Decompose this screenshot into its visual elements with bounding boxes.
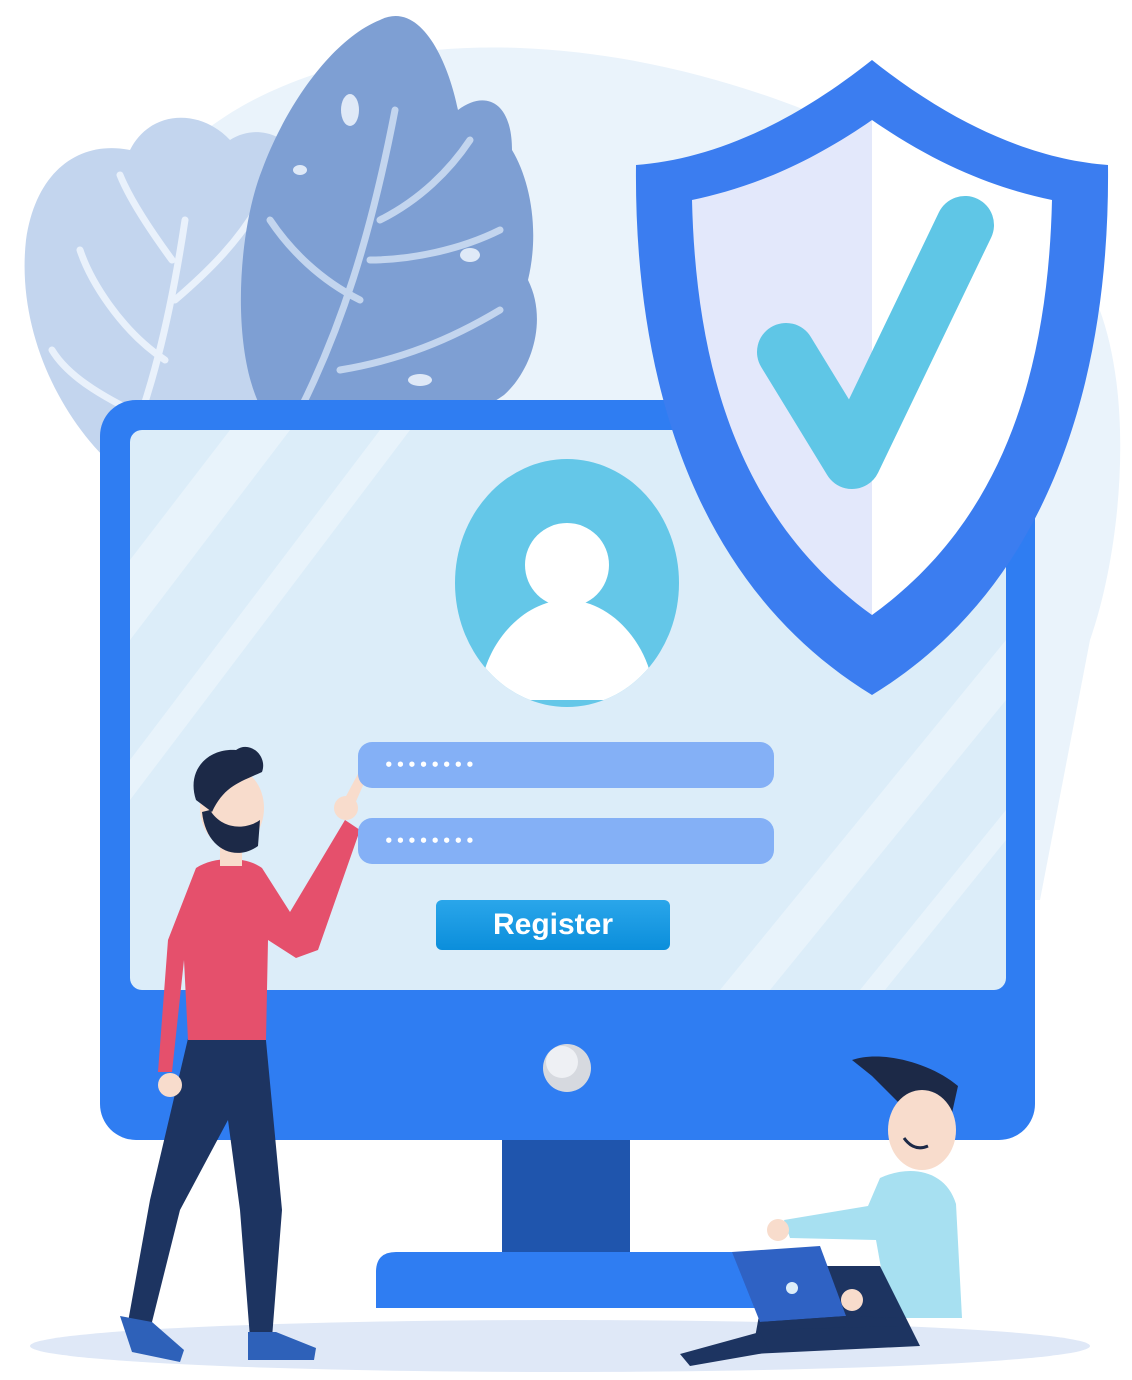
background-layer [24,16,1121,1372]
password-field-value: •••••••• [384,831,477,850]
registration-illustration: •••••••• •••••••• Register [0,0,1132,1380]
password-field[interactable]: •••••••• [358,818,774,864]
monitor-stand [376,1130,756,1308]
user-avatar-icon [455,459,679,707]
power-button-icon [543,1044,591,1092]
ground-shadow [30,1320,1090,1372]
register-button[interactable]: Register [436,900,670,950]
username-field-value: •••••••• [384,755,477,774]
register-button-label: Register [492,908,614,941]
username-field[interactable]: •••••••• [358,742,774,788]
